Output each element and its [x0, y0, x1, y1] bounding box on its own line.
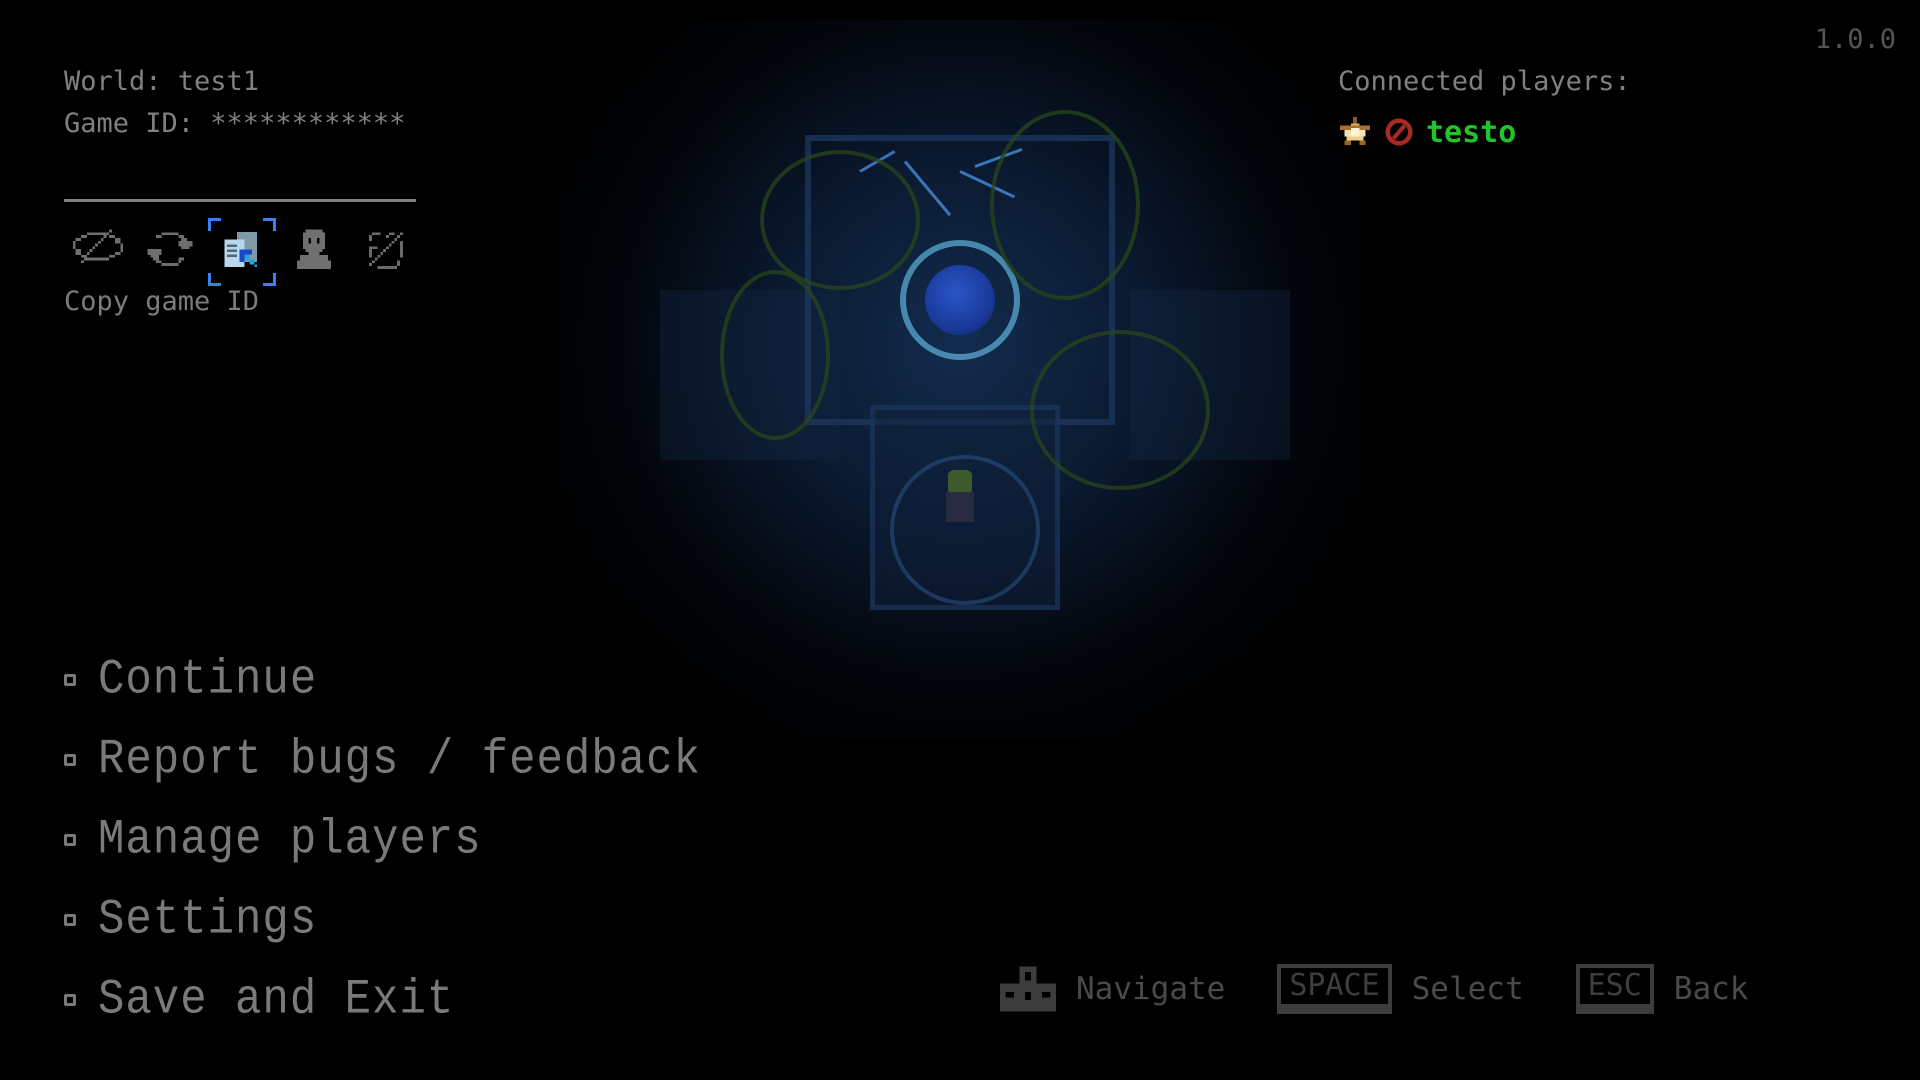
selection-bracket-br [263, 273, 276, 286]
selection-bracket-bl [208, 273, 221, 286]
character-head [948, 470, 972, 492]
player-character [942, 470, 978, 530]
back-hint-label: Back [1673, 971, 1749, 1007]
game-id-toolbar [64, 218, 424, 286]
vine [1030, 330, 1210, 490]
pause-menu: Continue Report bugs / feedback Manage p… [62, 640, 701, 1040]
refresh-button[interactable] [136, 218, 204, 286]
disable-icon [369, 232, 403, 269]
copy-game-id-button[interactable] [208, 218, 276, 286]
control-hints: Navigate SPACE Select ESC Back [1000, 964, 1749, 1014]
menu-item-manage-players[interactable]: Manage players [62, 800, 701, 880]
menu-item-label: Continue [98, 652, 318, 708]
menu-item-save-and-exit[interactable]: Save and Exit [62, 960, 701, 1040]
selection-bracket-tl [208, 218, 221, 231]
blue-orb [925, 265, 995, 335]
navigate-hint-label: Navigate [1076, 971, 1226, 1007]
menu-item-report-bugs[interactable]: Report bugs / feedback [62, 720, 701, 800]
refresh-icon [147, 232, 193, 266]
player-name: testo [1426, 114, 1517, 150]
selection-bracket-tr [263, 218, 276, 231]
bullet-icon [64, 754, 76, 766]
menu-item-label: Save and Exit [98, 972, 455, 1028]
menu-item-settings[interactable]: Settings [62, 880, 701, 960]
select-hint-label: Select [1411, 971, 1524, 1007]
hide-game-id-button[interactable] [64, 218, 132, 286]
menu-item-label: Report bugs / feedback [98, 732, 701, 788]
toolbar-tooltip: Copy game ID [64, 286, 260, 317]
vine [990, 110, 1140, 300]
arrow-keys-icon [1000, 966, 1056, 1012]
space-key-badge: SPACE [1277, 964, 1392, 1014]
ban-icon [1385, 118, 1413, 146]
vine [760, 150, 920, 290]
bullet-icon [64, 674, 76, 686]
menu-item-label: Manage players [98, 812, 482, 868]
character-body [946, 492, 974, 522]
player-list-item[interactable]: testo [1338, 112, 1516, 152]
bullet-icon [64, 994, 76, 1006]
vine [720, 270, 830, 440]
menu-item-continue[interactable]: Continue [62, 640, 701, 720]
game-id-label: Game ID: ************ [64, 108, 406, 139]
menu-item-label: Settings [98, 892, 318, 948]
copy-game-id-icon [224, 232, 257, 267]
star-icon [1340, 117, 1370, 145]
version-label: 1.0.0 [1814, 24, 1896, 55]
connected-players-heading: Connected players: [1338, 66, 1631, 97]
bullet-icon [64, 914, 76, 926]
hide-game-id-icon [72, 229, 124, 264]
world-name-label: World: test1 [64, 66, 260, 97]
esc-key-badge[interactable]: ESC [1575, 964, 1654, 1014]
bullet-icon [64, 834, 76, 846]
player-button[interactable] [280, 218, 348, 286]
separator-line [64, 199, 416, 202]
player-icon [297, 229, 331, 269]
disable-button[interactable] [352, 218, 420, 286]
